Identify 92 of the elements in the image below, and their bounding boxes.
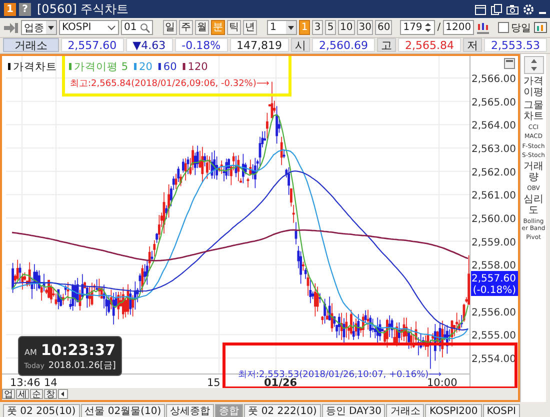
symbol-text: KOSPI [62, 21, 92, 35]
bottom-tab[interactable]: 선물 02월물(10) [80, 404, 166, 417]
indicator-item[interactable]: 심리도 [522, 195, 546, 216]
bottom-tab[interactable]: KOSPI [482, 404, 520, 417]
spin-icon[interactable] [424, 21, 432, 34]
bottom-tab[interactable]: 거래소 [386, 404, 424, 417]
axis-label: 2,565.00 [471, 97, 516, 108]
arrow-icon[interactable] [3, 20, 19, 34]
legend-label: 120 [188, 61, 208, 73]
quote-value: 2,560.69 [312, 38, 376, 52]
axis-label: 13:46 [10, 377, 40, 388]
axis-label: 2,566.00 [471, 74, 516, 85]
separator-text: / [437, 22, 441, 33]
axis-label: 2,555.00 [471, 330, 516, 342]
axis-label: 15 [207, 377, 220, 388]
axis-label: 2,561.00 [471, 190, 516, 202]
axis-label: 2,559.00 [471, 237, 516, 248]
quote-value: -0.18% [174, 38, 228, 52]
legend-label: 20 [139, 61, 152, 73]
quote-value: 2,557.60 [60, 38, 124, 52]
price-tag: 2,557.60 (-0.18%) [471, 270, 518, 296]
axis-label: 2,556.00 [471, 307, 516, 318]
code-text: 01 [124, 21, 137, 35]
quote-value: 2,553.53 [484, 38, 547, 52]
screen-icon[interactable] [533, 20, 548, 34]
period-button[interactable]: 년 [243, 20, 257, 35]
interval-button[interactable]: 5 [325, 20, 336, 35]
clock-time: 10:23:37 [40, 340, 116, 358]
bottom-tab[interactable]: 등인 DAY30 [322, 404, 386, 417]
bottom-tab[interactable]: 상세종합 [166, 404, 214, 417]
period-button[interactable]: 주 [179, 20, 193, 35]
period-button[interactable]: 월 [195, 20, 209, 35]
mini-tab[interactable]: 업 [2, 389, 15, 399]
interval-button[interactable]: 30 [356, 20, 374, 35]
clock-date: 2018.01.26[금] [48, 360, 116, 372]
legend-label: 가격차트 [13, 61, 57, 73]
quote-value: 2,565.84 [398, 38, 462, 52]
axis-label: 10:00 [427, 377, 458, 388]
scroll-arrows-icon[interactable] [524, 56, 544, 74]
mini-tab[interactable]: 세 [16, 389, 29, 399]
quote-value: 147,819 [230, 38, 290, 52]
indicator-item[interactable]: 그물차트 [522, 101, 546, 122]
today-checkbox[interactable] [498, 22, 510, 33]
chart-settings-icon[interactable] [476, 20, 490, 34]
interval-dropdown[interactable]: 1 [267, 20, 297, 35]
quote-label: 저 [463, 38, 482, 52]
market-dropdown[interactable]: 업종 [21, 20, 57, 35]
quote-label: 시 [291, 38, 310, 52]
bottom-tab[interactable]: 풋 02 222(10) [244, 404, 321, 417]
quote-label: 고 [377, 38, 396, 52]
window-icon[interactable] [474, 2, 487, 16]
mini-tab[interactable]: 순 [30, 389, 43, 399]
period-button[interactable]: 틱 [227, 20, 241, 35]
axis-label: 2,560.00 [471, 214, 516, 225]
symbol-field[interactable]: KOSPI [59, 20, 119, 35]
interval-button[interactable]: 10 [338, 20, 355, 35]
caret-icon [46, 21, 56, 34]
axis-label: 01/26 [264, 377, 298, 388]
axis-label: 2,563.00 [471, 144, 516, 155]
axis-label: 2,558.00 [471, 260, 516, 272]
search-icon[interactable] [140, 22, 150, 32]
count-spinner[interactable]: 179 [400, 20, 436, 35]
checkbox-label: 당일 [511, 22, 532, 34]
settings-icon[interactable] [522, 2, 535, 16]
quote-value: ▼4.63 [126, 38, 173, 52]
scroll-left-icon[interactable] [58, 389, 68, 399]
bottom-tab[interactable]: 풋 02 205(10) [3, 404, 80, 417]
low-price-note: 최저:2,553.53(2018/01/26,10:07, +0.16%)⟶ [238, 370, 442, 380]
high-price-note: 최고:2,565.84(2018/01/26,09:06, -0.32%)⟶ [70, 79, 270, 89]
legend-label: 가격이평 5 [74, 61, 128, 73]
code-field[interactable]: 01 [121, 20, 153, 35]
max-field[interactable]: 1200 [442, 20, 474, 35]
caret-icon[interactable] [107, 23, 116, 32]
copy-icon[interactable] [490, 2, 503, 16]
window-title: [0560] 주식차트 [37, 0, 130, 18]
axis-label: 2,564.00 [471, 120, 516, 132]
interval-button[interactable]: 3 [312, 20, 323, 35]
camera-icon[interactable] [506, 2, 519, 16]
axis-label: 14 [44, 377, 58, 388]
axis-label: 2,554.00 [471, 354, 516, 365]
bottom-tab[interactable]: KOSPI200 [425, 404, 482, 417]
window-badge: 1 [4, 2, 16, 16]
mini-tab[interactable]: 창 [44, 389, 57, 399]
caret-icon [286, 21, 296, 34]
indicator-item[interactable]: 거래량 [522, 162, 546, 184]
clock-ampm: AM [24, 348, 37, 356]
interval-button[interactable]: 60 [375, 20, 392, 35]
legend-label: 60 [163, 61, 177, 73]
exchange-label: 거래소 [3, 38, 59, 52]
axis-label: 2,562.00 [471, 167, 516, 178]
indicator-item[interactable]: 가격이평 [522, 77, 546, 98]
period-button[interactable]: 일 [163, 20, 177, 35]
